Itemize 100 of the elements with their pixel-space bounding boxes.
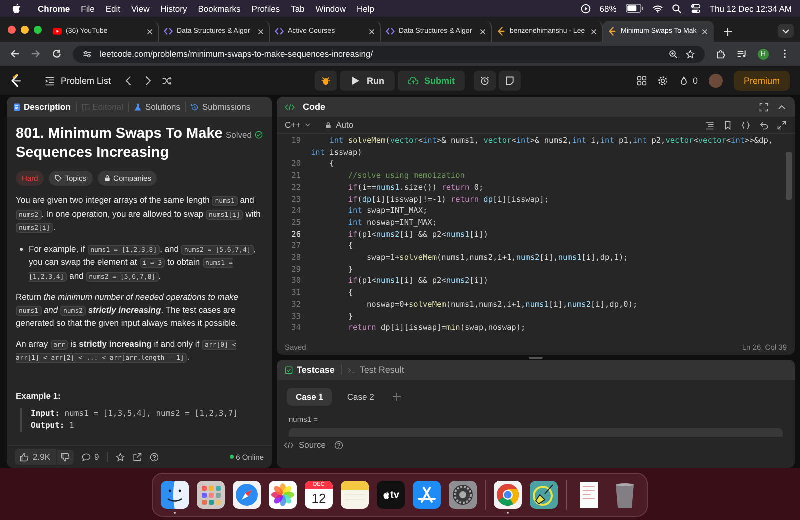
close-tab-icon[interactable] — [702, 28, 708, 34]
language-dropdown[interactable]: C++ — [285, 120, 312, 130]
flower-app-icon[interactable] — [269, 481, 297, 509]
close-tab-icon[interactable] — [591, 28, 597, 34]
smiling-face-app-icon[interactable] — [161, 481, 189, 509]
zoom-window-icon[interactable] — [34, 26, 42, 34]
play-icon[interactable] — [580, 4, 591, 14]
tv-app-icon[interactable]: tv — [377, 481, 405, 509]
resize-handle[interactable] — [529, 356, 543, 358]
menu-item[interactable]: History — [160, 4, 188, 14]
run-button[interactable]: Run — [340, 70, 394, 90]
check-circle-icon — [255, 131, 263, 139]
extensions-puzzle-icon[interactable] — [716, 49, 726, 59]
settings-icon[interactable] — [449, 481, 477, 509]
compass-app-icon[interactable] — [233, 481, 261, 509]
leetcode-logo-icon[interactable] — [10, 74, 22, 88]
add-case-icon[interactable] — [393, 393, 402, 401]
search-icon[interactable] — [672, 4, 682, 14]
case-tab[interactable]: Case 1 — [287, 388, 332, 406]
close-tab-icon[interactable] — [147, 28, 153, 34]
tab-search-button[interactable] — [778, 24, 794, 38]
notepad-app-icon[interactable] — [341, 481, 369, 509]
format-lines-icon[interactable] — [705, 120, 715, 130]
browser-app-icon[interactable] — [494, 481, 522, 509]
code-brackets-icon — [164, 27, 173, 36]
chevron-down-icon — [305, 123, 312, 127]
close-tab-icon[interactable] — [369, 28, 375, 34]
autocomplete-mode[interactable]: Auto — [325, 120, 354, 130]
panel-tab[interactable]: Test Result — [348, 365, 404, 375]
star-icon[interactable] — [116, 452, 126, 462]
bookmark-star-icon[interactable] — [686, 50, 695, 58]
tag-icon — [55, 175, 62, 182]
wifi-icon[interactable] — [652, 4, 663, 14]
streak-counter[interactable]: 0 — [678, 76, 698, 86]
menu-item[interactable]: File — [81, 4, 95, 14]
menu-item[interactable]: Window — [316, 4, 346, 14]
reload-icon[interactable] — [52, 49, 62, 59]
share-icon[interactable] — [133, 452, 142, 462]
solved-status: Solved — [226, 130, 252, 140]
control-center-icon[interactable] — [690, 4, 701, 14]
site-settings-icon[interactable] — [83, 50, 92, 58]
app-menu[interactable]: Chrome — [38, 4, 70, 14]
menu-item[interactable]: Bookmarks — [198, 4, 241, 14]
lock-icon — [325, 122, 332, 128]
menu-bar-clock[interactable]: Thu 12 Dec 12:34 AM — [710, 4, 792, 14]
menu-item[interactable]: Profiles — [252, 4, 280, 14]
like-button[interactable]: 2.9K — [15, 449, 56, 465]
comments-count[interactable]: 9 — [82, 452, 100, 462]
expand-icon[interactable] — [777, 120, 787, 130]
help-icon[interactable] — [334, 440, 344, 450]
battery-icon[interactable] — [626, 4, 644, 13]
curly-braces-icon[interactable] — [741, 120, 751, 130]
layout-grid-icon[interactable] — [636, 76, 647, 86]
app-grid-icon[interactable] — [197, 481, 225, 509]
next-chevron-icon[interactable] — [143, 76, 154, 86]
menu-item[interactable]: View — [131, 4, 150, 14]
close-tab-icon[interactable] — [480, 28, 486, 34]
menu-item[interactable]: Help — [357, 4, 375, 14]
panel-tab[interactable]: Testcase — [285, 365, 335, 375]
media-controls-icon[interactable] — [737, 49, 747, 59]
menu-item[interactable]: Edit — [106, 4, 120, 14]
menu-item[interactable]: Tab — [291, 4, 305, 14]
debug-button[interactable] — [315, 70, 337, 90]
checkbox-icon — [285, 366, 293, 374]
forward-arrow-icon[interactable] — [31, 49, 41, 59]
submit-button[interactable]: Submit — [398, 70, 465, 90]
minimize-window-icon[interactable] — [21, 26, 29, 34]
panel-tab[interactable]: Description — [13, 102, 71, 112]
timer-button[interactable] — [474, 70, 496, 90]
undo-icon[interactable] — [759, 120, 769, 130]
collapse-chevron-icon[interactable] — [777, 102, 787, 112]
shuffle-icon[interactable] — [162, 76, 172, 86]
panel-tab[interactable]: Solutions — [134, 102, 180, 112]
thumbs-up-icon — [20, 452, 29, 462]
zoom-icon[interactable] — [669, 50, 678, 58]
cloud-upload-icon — [408, 76, 418, 86]
flask-icon — [134, 102, 142, 112]
help-icon[interactable] — [150, 452, 160, 462]
letter-a-app-icon[interactable] — [413, 481, 441, 509]
apple-logo-icon[interactable] — [12, 3, 21, 14]
bug-icon — [321, 76, 331, 86]
problem-list-button[interactable]: Problem List — [41, 76, 116, 86]
premium-button[interactable]: Premium — [734, 70, 790, 90]
dislike-button[interactable] — [56, 450, 74, 464]
broom-app-icon[interactable] — [530, 481, 558, 509]
new-tab-icon[interactable] — [724, 28, 732, 36]
maximize-icon[interactable] — [759, 102, 769, 112]
panel-tab[interactable]: Submissions — [191, 102, 251, 112]
scrollbar-thumb[interactable] — [786, 152, 792, 200]
panel-title: Code — [303, 102, 326, 112]
notes-button[interactable] — [499, 70, 521, 90]
source-link[interactable]: Source — [284, 440, 326, 450]
back-arrow-icon[interactable] — [10, 49, 20, 59]
bookmark-icon[interactable] — [723, 120, 733, 130]
case-tab[interactable]: Case 2 — [338, 388, 384, 406]
settings-icon[interactable] — [658, 76, 668, 86]
close-tab-icon[interactable] — [258, 28, 264, 34]
close-window-icon[interactable] — [8, 26, 16, 34]
address-field[interactable]: leetcode.com/problems/minimum-swaps-to-make-sequences-increasing/ — [73, 46, 705, 62]
code-brackets-icon — [285, 102, 295, 112]
